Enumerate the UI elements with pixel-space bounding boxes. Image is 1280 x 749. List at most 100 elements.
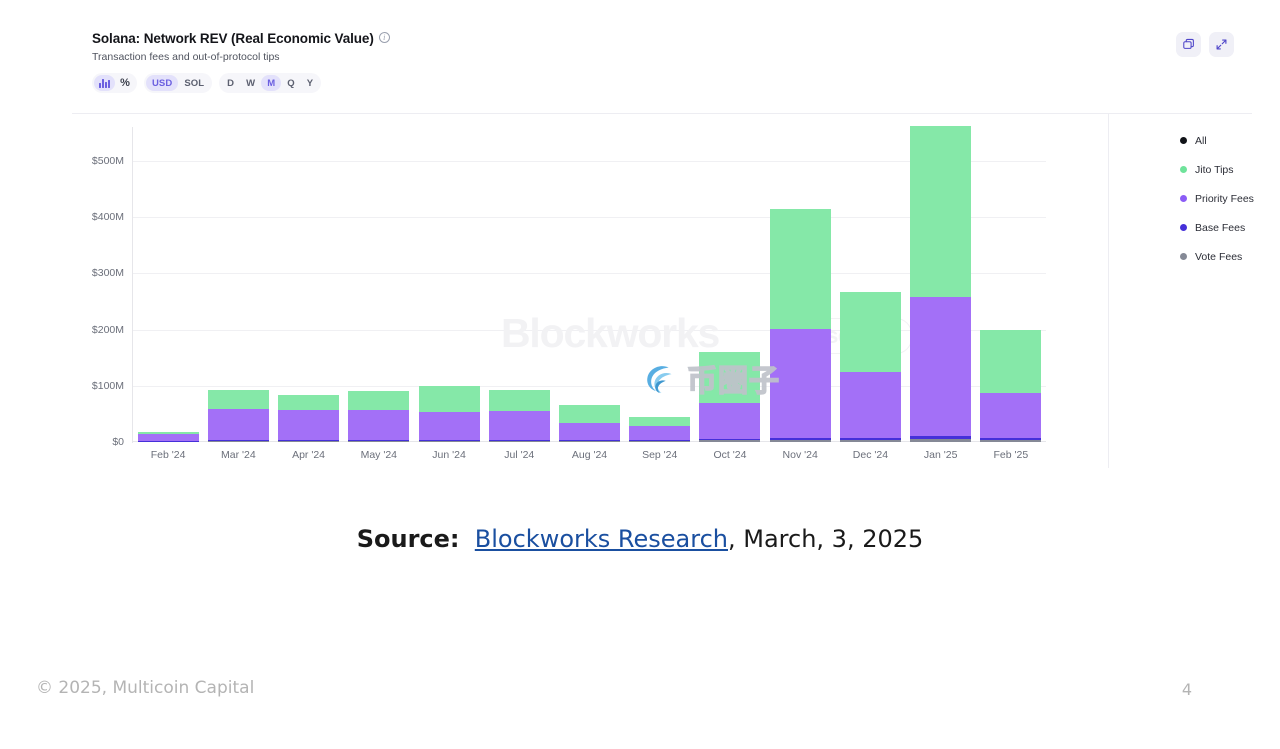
- bar-segment-jito-tips: [138, 432, 199, 433]
- bar-segment-vote-fees: [910, 439, 971, 442]
- toolbar-option-interval-m[interactable]: M: [261, 75, 281, 91]
- bar-segment-priority-fees: [699, 403, 760, 439]
- x-axis-tick-label: Jul '24: [504, 449, 534, 461]
- x-axis-tick-label: Oct '24: [713, 449, 746, 461]
- legend-item-jito-tips[interactable]: Jito Tips: [1180, 155, 1280, 184]
- bar-segment-jito-tips: [629, 417, 690, 426]
- toolbar-option-currency-usd[interactable]: USD: [146, 75, 178, 91]
- bar-column[interactable]: Nov '24: [770, 209, 831, 442]
- bar-segment-jito-tips: [419, 386, 480, 412]
- legend-item-base-fees[interactable]: Base Fees: [1180, 213, 1280, 242]
- toolbar-group-interval: DWMQ Y: [219, 73, 321, 93]
- legend-item-label: Priority Fees: [1195, 193, 1254, 205]
- source-suffix: , March, 3, 2025: [728, 525, 923, 553]
- legend-item-vote-fees[interactable]: Vote Fees: [1180, 242, 1280, 271]
- plot-canvas: Blockworks Research 币圈子 $0$100M$200M$300…: [133, 127, 1046, 442]
- chart-header: Solana: Network REV (Real Economic Value…: [92, 30, 1232, 63]
- toolbar-option-currency-sol[interactable]: SOL: [178, 75, 210, 91]
- bar-segment-base-fees: [770, 438, 831, 440]
- bar-segment-jito-tips: [208, 390, 269, 409]
- bar-column[interactable]: Oct '24: [699, 352, 760, 442]
- bar-segment-jito-tips: [910, 126, 971, 296]
- toolbar-group-currency: USD SOL: [144, 73, 212, 93]
- watermark-blockworks: Blockworks: [501, 310, 719, 357]
- bar-segment-vote-fees: [489, 441, 550, 442]
- toolbar-option-label: SOL: [184, 78, 204, 89]
- toolbar-option-interval-q[interactable]: Q: [281, 75, 301, 91]
- bar-segment-base-fees: [489, 440, 550, 441]
- cn-logo-icon: [637, 355, 683, 401]
- toolbar-option-label: D: [227, 78, 234, 89]
- legend-color-dot: [1180, 137, 1187, 144]
- bar-segment-vote-fees: [840, 440, 901, 442]
- toolbar-option-chart-type-percent[interactable]: %: [115, 75, 135, 91]
- plot-area: Blockworks Research 币圈子 $0$100M$200M$300…: [72, 114, 1108, 468]
- bar-segment-priority-fees: [138, 434, 199, 441]
- expand-chart-icon[interactable]: [1209, 32, 1234, 57]
- legend-item-all[interactable]: All: [1180, 126, 1280, 155]
- x-axis-tick-label: Feb '25: [994, 449, 1029, 461]
- bar-column[interactable]: Apr '24: [278, 395, 339, 442]
- toolbar-option-interval-d[interactable]: D: [221, 75, 240, 91]
- bar-segment-priority-fees: [489, 411, 550, 440]
- x-axis-tick-label: Sep '24: [642, 449, 677, 461]
- toolbar-option-chart-type-bars[interactable]: [94, 75, 115, 91]
- bar-segment-base-fees: [138, 441, 199, 442]
- bar-column[interactable]: Jun '24: [419, 386, 480, 442]
- chart-header-actions: [1176, 32, 1234, 57]
- bar-segment-base-fees: [559, 440, 620, 441]
- toolbar-option-interval-y[interactable]: Y: [301, 75, 319, 91]
- chart-subtitle: Transaction fees and out-of-protocol tip…: [92, 51, 1232, 63]
- gridline: [133, 217, 1046, 218]
- bar-segment-base-fees: [840, 438, 901, 440]
- toolbar-group-chart-type: %: [92, 73, 137, 93]
- bar-segment-jito-tips: [699, 352, 760, 403]
- toolbar-option-label: Q: [287, 78, 295, 89]
- toolbar-option-label: USD: [152, 78, 172, 89]
- legend-color-dot: [1180, 253, 1187, 260]
- bar-column[interactable]: Jul '24: [489, 390, 550, 442]
- gridline: [133, 330, 1046, 331]
- bar-segment-base-fees: [419, 440, 480, 441]
- legend-item-priority-fees[interactable]: Priority Fees: [1180, 184, 1280, 213]
- x-axis-tick-label: Dec '24: [853, 449, 888, 461]
- y-axis-tick-label: $500M: [92, 155, 124, 167]
- copy-chart-icon[interactable]: [1176, 32, 1201, 57]
- chart-card: Solana: Network REV (Real Economic Value…: [72, 14, 1252, 468]
- bar-segment-vote-fees: [278, 441, 339, 442]
- bar-column[interactable]: Mar '24: [208, 390, 269, 442]
- bar-segment-jito-tips: [840, 292, 901, 372]
- bar-segment-vote-fees: [559, 441, 620, 442]
- gridline: [133, 161, 1046, 162]
- bar-segment-vote-fees: [419, 441, 480, 442]
- bar-column[interactable]: Aug '24: [559, 405, 620, 442]
- bar-column[interactable]: Feb '25: [980, 330, 1041, 442]
- legend-color-dot: [1180, 224, 1187, 231]
- bar-column[interactable]: Sep '24: [629, 417, 690, 442]
- toolbar-option-label: Y: [307, 78, 313, 89]
- x-axis-tick-label: Apr '24: [292, 449, 325, 461]
- footer-copyright: © 2025, Multicoin Capital: [36, 678, 254, 698]
- bar-segment-jito-tips: [559, 405, 620, 424]
- bar-column[interactable]: Feb '24: [138, 432, 199, 442]
- bar-segment-vote-fees: [138, 441, 199, 442]
- bar-column[interactable]: May '24: [348, 391, 409, 442]
- x-axis-tick-label: Mar '24: [221, 449, 256, 461]
- bar-column[interactable]: Dec '24: [840, 292, 901, 442]
- toolbar-option-interval-w[interactable]: W: [240, 75, 261, 91]
- bar-segment-priority-fees: [348, 410, 409, 440]
- info-circle-icon[interactable]: [379, 32, 390, 43]
- source-link[interactable]: Blockworks Research: [475, 525, 728, 553]
- bar-segment-base-fees: [910, 436, 971, 439]
- bar-segment-vote-fees: [699, 440, 760, 442]
- source-line: Source: Blockworks Research, March, 3, 2…: [0, 525, 1280, 553]
- legend-item-label: Base Fees: [1195, 222, 1245, 234]
- bar-segment-jito-tips: [489, 390, 550, 411]
- bar-segment-vote-fees: [208, 441, 269, 442]
- bar-segment-base-fees: [278, 440, 339, 441]
- bar-segment-priority-fees: [629, 426, 690, 440]
- bar-segment-base-fees: [980, 438, 1041, 440]
- bar-column[interactable]: Jan '25: [910, 126, 971, 442]
- bar-chart-icon: [99, 79, 110, 88]
- bar-segment-vote-fees: [348, 441, 409, 442]
